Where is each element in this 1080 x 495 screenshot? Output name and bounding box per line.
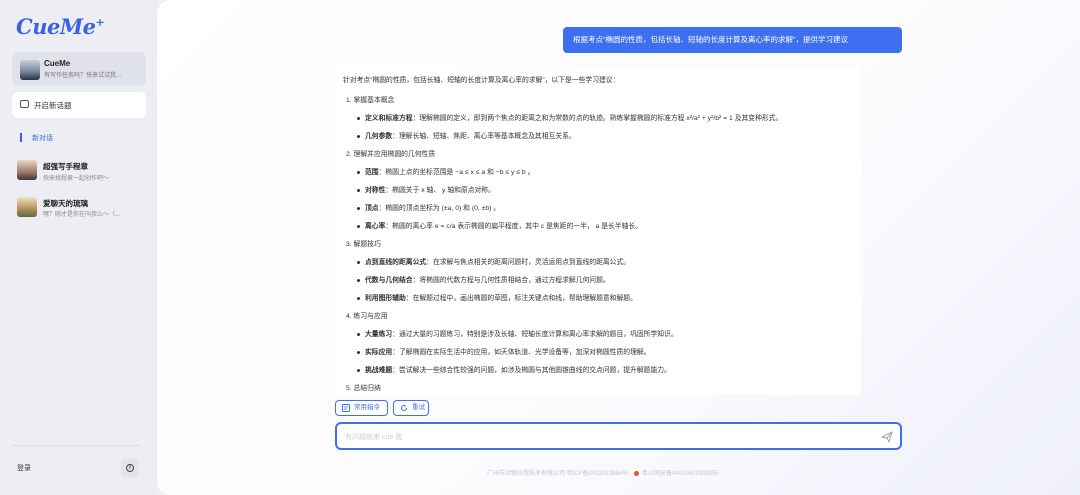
user-message: 根据考点“椭圆的性质，包括长轴、短轴的长度计算及离心率的求解”，提供学习建议 <box>563 27 902 53</box>
retry-button[interactable]: 重试 <box>393 400 429 416</box>
bullet-term: 范围 <box>365 169 379 176</box>
bullet-text: ：在求解与焦点相关的距离问题时，灵活运用点到直线的距离公式。 <box>426 259 631 266</box>
bullet-term: 代数与几何结合 <box>365 277 413 284</box>
bullet-text: ：通过大量的习题练习，特别是涉及长轴、短轴长度计算和离心率求解的题目，巩固所学知… <box>392 331 678 338</box>
bullet-text: ：尝试解决一些综合性较强的问题，如涉及椭圆与其他圆锥曲线的交点问题，提升解题能力… <box>392 367 671 374</box>
footer: 广州市动物狂想技术有限公司 粤ICP备2022013984号 粤公网安备44010… <box>487 468 719 477</box>
bot-name: CueMe <box>44 59 71 68</box>
refresh-icon <box>401 404 407 411</box>
answer-section-title: 4. 练习与应用 <box>346 313 388 320</box>
bullet-text: ：在解题过程中，画出椭圆的草图，标注关键点和线，帮助理解题意和解题。 <box>405 295 637 302</box>
assistant-answer: 针对考点“椭圆的性质，包括长轴、短轴的长度计算及离心率的求解”，以下是一些学习建… <box>335 67 861 395</box>
bullet-term: 大量练习 <box>365 331 393 338</box>
answer-bullet: 定义和标准方程：理解椭圆的定义，即到两个焦点的距离之和为常数的点的轨迹。熟练掌握… <box>357 113 853 125</box>
answer-bullet: 挑战难题：尝试解决一些综合性较强的问题，如涉及椭圆与其他圆锥曲线的交点问题，提升… <box>357 365 853 377</box>
answer-bullet: 点到直线的距离公式：在求解与焦点相关的距离问题时，灵活运用点到直线的距离公式。 <box>357 257 853 269</box>
bullet-text: ：了解椭圆在实际生活中的应用，如天体轨道、光学设备等，加深对椭圆性质的理解。 <box>392 349 651 356</box>
section-label-new-chat[interactable]: 新对话 <box>32 133 53 143</box>
bullet-text: ：理解椭圆的定义，即到两个焦点的距离之和为常数的点的轨迹。熟练掌握椭圆的标准方程… <box>412 115 783 122</box>
bullet-text: ：将椭圆的代数方程与几何性质相结合，通过方程求解几何问题。 <box>412 277 610 284</box>
login-link[interactable]: 登录 <box>17 463 31 473</box>
sidebar-divider <box>12 445 140 446</box>
footer-icp[interactable]: 广州市动物狂想技术有限公司 粤ICP备2022013984号 <box>487 471 628 477</box>
answer-intro: 针对考点“椭圆的性质，包括长轴、短轴的长度计算及离心率的求解”，以下是一些学习建… <box>343 77 620 84</box>
bullet-text: ：椭圆的离心率 e = c/a 表示椭圆的扁平程度，其中 c 是焦距的一半， a… <box>385 223 642 230</box>
bullet-text: ：理解长轴、短轴、焦距、离心率等基本概念及其相互关系。 <box>392 133 576 140</box>
common-commands-label: 常用指令 <box>354 404 380 411</box>
send-icon[interactable] <box>881 431 893 443</box>
bullet-term: 挑战难题 <box>365 367 393 374</box>
common-commands-button[interactable]: 常用指令 <box>335 400 388 416</box>
logo-text: CueMe <box>16 14 96 39</box>
bullet-text: ：椭圆关于 x 轴、 y 轴和原点对称。 <box>385 187 495 194</box>
conversation-subtitle: 快来找程章一起创作吧～ <box>43 176 110 182</box>
bullet-text: ：椭圆上点的坐标范围是 −a ≤ x ≤ a 和 −b ≤ y ≤ b 。 <box>378 169 535 176</box>
chat-input-box[interactable] <box>335 422 902 450</box>
answer-section-title: 3. 解题技巧 <box>346 241 381 248</box>
bullet-term: 利用图形辅助 <box>365 295 406 302</box>
answer-bullet: 实际应用：了解椭圆在实际生活中的应用，如天体轨道、光学设备等，加深对椭圆性质的理… <box>357 347 853 359</box>
section-indicator <box>20 133 22 142</box>
chat-bubble-icon <box>20 100 29 108</box>
app-logo[interactable]: CueMe+ <box>16 14 105 39</box>
avatar <box>20 60 40 80</box>
chat-input[interactable] <box>345 430 845 444</box>
police-badge-icon <box>634 470 640 476</box>
retry-label: 重试 <box>412 404 425 411</box>
sidebar: CueMe+ CueMe 有写作任务吗？快来试试我... 开启新话题 新对话 超… <box>0 0 157 495</box>
bullet-term: 几何参数 <box>365 133 393 140</box>
new-chat-label: 开启新话题 <box>34 101 72 110</box>
info-button[interactable]: i <box>121 459 139 477</box>
bot-subtitle: 有写作任务吗？快来试试我... <box>44 73 122 79</box>
answer-section-title: 5. 总结归纳 <box>346 385 381 392</box>
conversation-title: 超强写手程章 <box>43 162 88 171</box>
answer-bullet: 代数与几何结合：将椭圆的代数方程与几何性质相结合，通过方程求解几何问题。 <box>357 275 853 287</box>
bullet-term: 定义和标准方程 <box>365 115 413 122</box>
answer-bullet: 范围：椭圆上点的坐标范围是 −a ≤ x ≤ a 和 −b ≤ y ≤ b 。 <box>357 167 853 179</box>
answer-bullet: 顶点：椭圆的顶点坐标为 (±a, 0) 和 (0, ±b) 。 <box>357 203 853 215</box>
answer-bullet: 对称性：椭圆关于 x 轴、 y 轴和原点对称。 <box>357 185 853 197</box>
conversation-title: 爱聊天的琉璃 <box>43 199 88 208</box>
footer-police[interactable]: 粤公网安备44010502000055 <box>642 471 719 477</box>
chat-panel: 根据考点“椭圆的性质，包括长轴、短轴的长度计算及离心率的求解”，提供学习建议 针… <box>157 0 1080 495</box>
answer-section-title: 2. 理解并应用椭圆的几何性质 <box>346 151 436 158</box>
answer-bullet: 几何参数：理解长轴、短轴、焦距、离心率等基本概念及其相互关系。 <box>357 131 853 143</box>
bullet-term: 对称性 <box>365 187 386 194</box>
answer-bullet: 利用图形辅助：在解题过程中，画出椭圆的草图，标注关键点和线，帮助理解题意和解题。 <box>357 293 853 305</box>
bullet-text: ：椭圆的顶点坐标为 (±a, 0) 和 (0, ±b) 。 <box>378 205 501 212</box>
bullet-term: 顶点 <box>365 205 379 212</box>
answer-bullet: 离心率：椭圆的离心率 e = c/a 表示椭圆的扁平程度，其中 c 是焦距的一半… <box>357 221 853 233</box>
bullet-term: 离心率 <box>365 223 386 230</box>
command-icon <box>342 404 350 412</box>
bullet-term: 实际应用 <box>365 349 393 356</box>
bullet-term: 点到直线的距离公式 <box>365 259 427 266</box>
bot-card-cueme[interactable]: CueMe 有写作任务吗？快来试试我... <box>12 52 146 86</box>
conversation-subtitle: 嘿？刚才是你在叫我么～（... <box>43 212 121 218</box>
answer-bullet: 大量练习：通过大量的习题练习，特别是涉及长轴、短轴长度计算和离心率求解的题目，巩… <box>357 329 853 341</box>
answer-section-title: 1. 掌握基本概念 <box>346 97 395 104</box>
logo-mark: + <box>95 16 105 29</box>
avatar <box>17 197 37 217</box>
avatar <box>17 160 37 180</box>
new-chat-button[interactable]: 开启新话题 <box>12 92 146 118</box>
info-icon: i <box>126 464 134 472</box>
